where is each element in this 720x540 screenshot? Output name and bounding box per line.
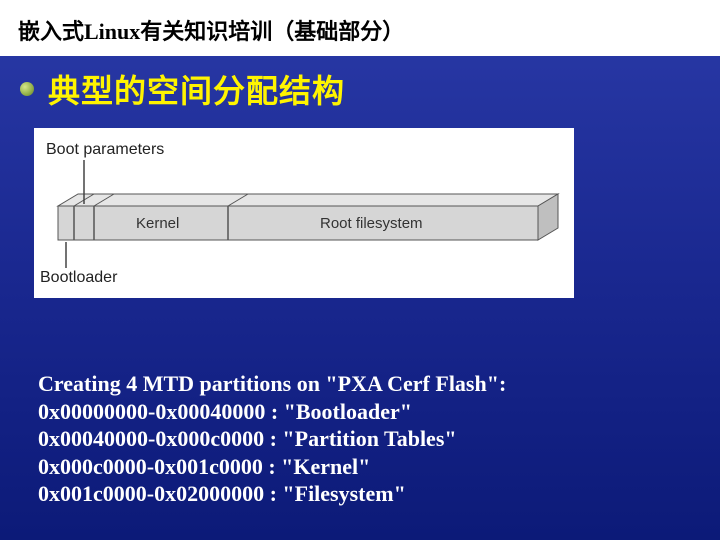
header-strip: 嵌入式Linux有关知识培训（基础部分） — [0, 0, 720, 56]
partition-row: 0x00040000-0x000c0000 : "Partition Table… — [38, 425, 506, 453]
memory-layout-diagram: Boot parameters Bootloader Kernel Root f… — [34, 128, 574, 298]
label-bootloader: Bootloader — [40, 269, 118, 286]
label-kernel: Kernel — [136, 215, 179, 232]
header-text: 嵌入式Linux有关知识培训（基础部分） — [18, 19, 404, 44]
partition-row: 0x00000000-0x00040000 : "Bootloader" — [38, 398, 506, 426]
slide: 嵌入式Linux有关知识培训（基础部分） 典型的空间分配结构 Boot para… — [0, 0, 720, 540]
partition-row: 0x001c0000-0x02000000 : "Filesystem" — [38, 480, 506, 508]
partition-row: 0x000c0000-0x001c0000 : "Kernel" — [38, 453, 506, 481]
memory-layout-svg: Boot parameters Bootloader Kernel Root f… — [40, 136, 568, 292]
bullet-icon — [20, 82, 34, 96]
label-boot-params: Boot parameters — [46, 141, 164, 158]
partition-heading: Creating 4 MTD partitions on "PXA Cerf F… — [38, 370, 506, 398]
slide-title: 典型的空间分配结构 — [48, 66, 345, 112]
label-rootfs: Root filesystem — [320, 215, 423, 232]
title-row: 典型的空间分配结构 — [20, 66, 700, 112]
partition-listing: Creating 4 MTD partitions on "PXA Cerf F… — [38, 370, 506, 508]
